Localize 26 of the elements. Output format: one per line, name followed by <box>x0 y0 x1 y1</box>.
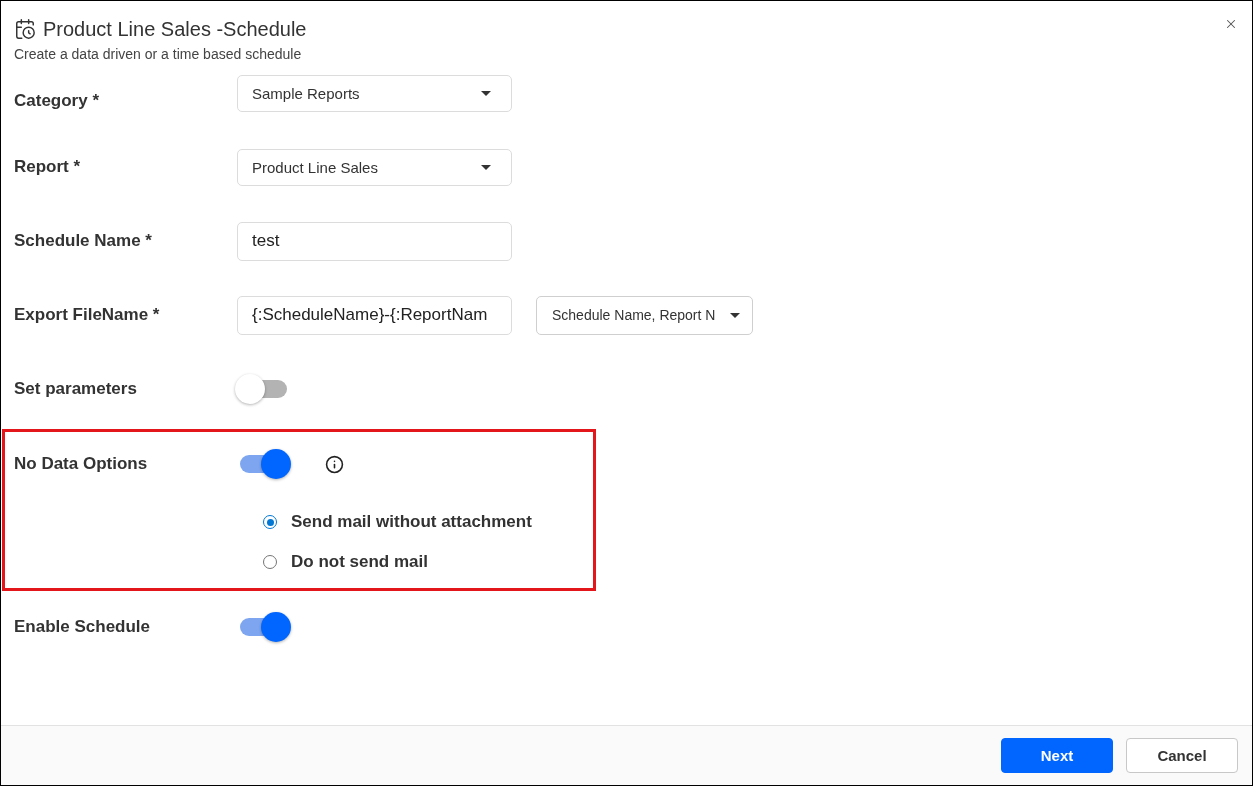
caret-icon <box>481 90 491 96</box>
caret-icon <box>481 164 491 170</box>
dropdown[interactable]: Product Line Sales <box>237 148 512 186</box>
dialog-title: Product Line Sales -Schedule <box>43 17 307 42</box>
text-input[interactable]: test <box>237 221 512 261</box>
dialog-subtitle: Create a data driven or a time based schedule <box>14 45 303 63</box>
field-label: Set parameters <box>14 379 138 399</box>
radio-button[interactable] <box>263 555 277 569</box>
cancel-button[interactable]: Cancel <box>1126 738 1238 773</box>
dropdown[interactable]: Sample Reports <box>237 74 512 112</box>
radio-label: Send mail without attachment <box>291 512 532 532</box>
text-input[interactable]: {:ScheduleName}-{:ReportNam <box>237 295 512 335</box>
radio-button[interactable] <box>263 515 277 529</box>
field-label: Report * <box>14 157 82 177</box>
dropdown-button[interactable]: Schedule Name, Report N <box>536 295 753 335</box>
field-label: Category * <box>14 90 101 111</box>
field-label: No Data Options <box>14 454 149 474</box>
field-label: Schedule Name * <box>14 231 153 251</box>
close-icon <box>1224 17 1238 31</box>
field-label: Enable Schedule <box>14 617 152 637</box>
radio-label: Do not send mail <box>291 552 428 572</box>
calendar-clock-icon <box>14 18 36 40</box>
caret-icon <box>730 312 740 318</box>
next-button[interactable]: Next <box>1001 738 1113 773</box>
field-label: Export FileName * <box>14 305 161 325</box>
info-icon[interactable] <box>325 454 344 474</box>
